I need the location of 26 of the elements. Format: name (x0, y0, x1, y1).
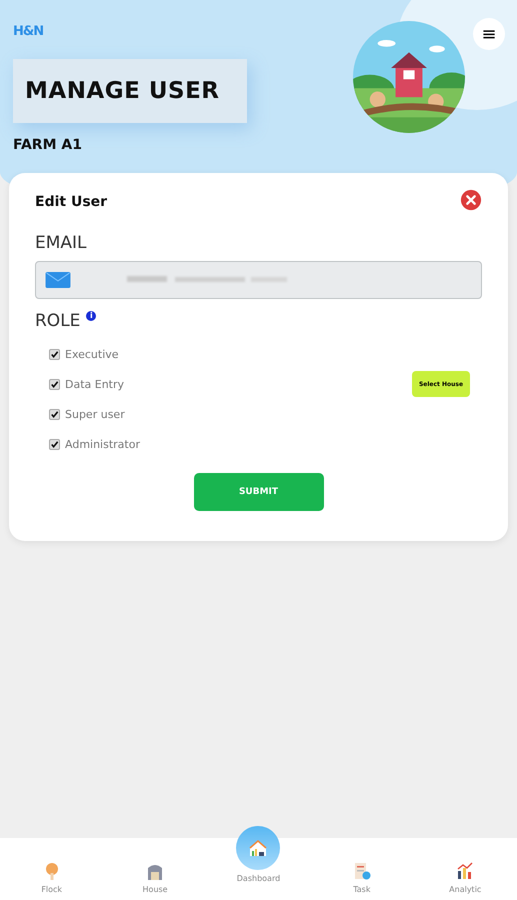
checkbox[interactable] (49, 378, 60, 390)
nav-item[interactable]: Dashboard (218, 826, 298, 883)
mail-icon (45, 272, 71, 288)
nav-item[interactable]: Task (322, 861, 402, 894)
nav-item[interactable]: House (115, 861, 196, 894)
checkbox[interactable] (49, 348, 60, 360)
house-icon (248, 838, 268, 858)
dialog-title: Edit User (35, 194, 108, 210)
role-option-label: Administrator (65, 438, 140, 450)
farm-name: FARM A1 (13, 137, 82, 153)
checkbox[interactable] (49, 438, 60, 450)
info-badge[interactable]: i (86, 311, 96, 321)
nav-item[interactable]: Analytic (425, 861, 506, 894)
page-title: MANAGE USER (25, 78, 220, 104)
nav-item[interactable]: Flock (12, 861, 92, 894)
role-option-label: Executive (65, 348, 119, 360)
logo: H&N (13, 24, 44, 39)
bar-chart-icon (455, 861, 476, 881)
email-label: EMAIL (35, 233, 87, 253)
checkbox[interactable] (49, 408, 60, 420)
close-icon[interactable] (460, 189, 482, 211)
submit-button[interactable]: SUBMIT (194, 473, 324, 511)
role-option-label: Data Entry (65, 378, 124, 390)
email-field[interactable] (35, 261, 482, 299)
role-option-label: Super user (65, 408, 125, 420)
role-label: ROLE (35, 311, 80, 331)
